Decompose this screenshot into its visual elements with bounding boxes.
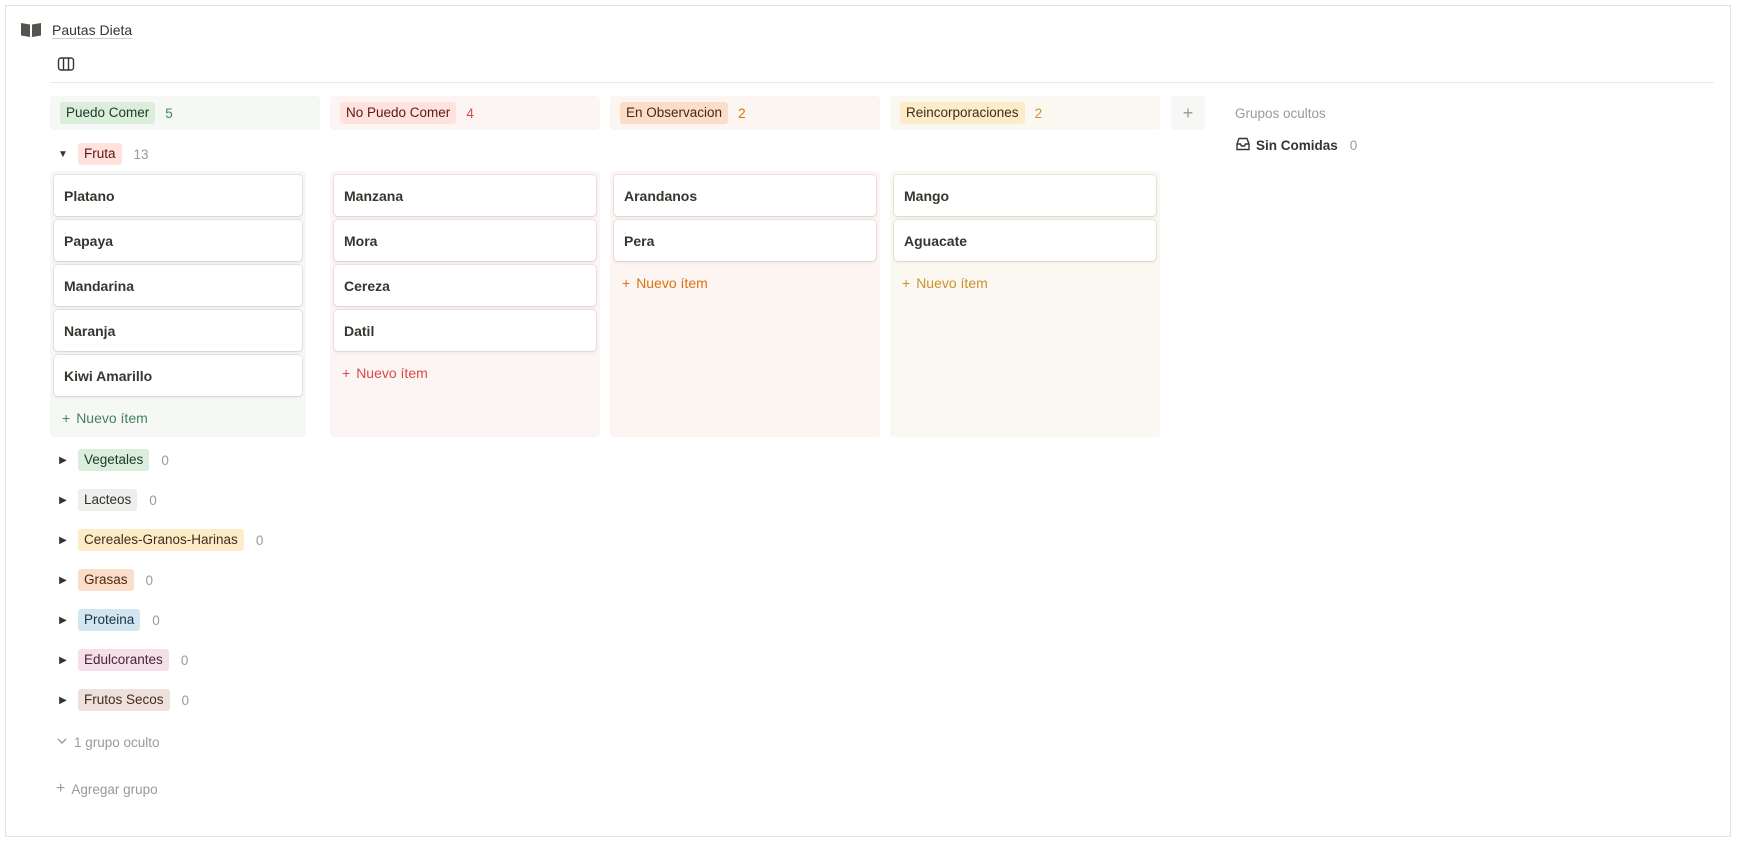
group-count: 13 bbox=[133, 146, 149, 162]
hidden-group-label: Sin Comidas bbox=[1256, 138, 1338, 153]
new-item-button[interactable]: + Nuevo ítem bbox=[54, 400, 302, 436]
group-row-fruta[interactable]: ▼ Fruta 13 bbox=[56, 143, 149, 165]
board-view-icon[interactable] bbox=[57, 56, 75, 72]
column-header-no-puedo-comer[interactable]: No Puedo Comer 4 bbox=[330, 96, 600, 130]
card[interactable]: Mandarina bbox=[54, 265, 302, 306]
inbox-icon bbox=[1236, 137, 1250, 154]
column-count: 2 bbox=[1034, 105, 1043, 121]
group-tag: Lacteos bbox=[78, 489, 138, 511]
hidden-group-sin-comidas[interactable]: Sin Comidas 0 bbox=[1236, 137, 1357, 154]
chevron-down-icon bbox=[56, 735, 68, 750]
group-row-cereales[interactable]: ▶ Cereales-Granos-Harinas 0 bbox=[56, 529, 263, 551]
column-tag: En Observacion bbox=[620, 102, 729, 124]
card[interactable]: Cereza bbox=[334, 265, 596, 306]
card[interactable]: Aguacate bbox=[894, 220, 1156, 261]
caret-right-icon[interactable]: ▶ bbox=[56, 573, 70, 587]
group-tag: Grasas bbox=[78, 569, 134, 591]
card[interactable]: Platano bbox=[54, 175, 302, 216]
group-count: 0 bbox=[145, 572, 154, 588]
card[interactable]: Kiwi Amarillo bbox=[54, 355, 302, 396]
card[interactable]: Mora bbox=[334, 220, 596, 261]
group-row-proteina[interactable]: ▶ Proteina 0 bbox=[56, 609, 160, 631]
board-header: Pautas Dieta bbox=[20, 22, 132, 38]
new-item-label: Nuevo ítem bbox=[916, 275, 988, 291]
group-row-grasas[interactable]: ▶ Grasas 0 bbox=[56, 569, 153, 591]
column-count: 5 bbox=[165, 105, 173, 121]
hidden-groups-toggle[interactable]: 1 grupo oculto bbox=[56, 735, 160, 750]
new-item-label: Nuevo ítem bbox=[356, 365, 428, 381]
group-row-edulcorantes[interactable]: ▶ Edulcorantes 0 bbox=[56, 649, 188, 671]
column-tag: No Puedo Comer bbox=[340, 102, 457, 124]
card[interactable]: Mango bbox=[894, 175, 1156, 216]
add-group-button[interactable]: + Agregar grupo bbox=[56, 780, 158, 798]
hidden-groups-title: Grupos ocultos bbox=[1235, 106, 1326, 121]
group-row-lacteos[interactable]: ▶ Lacteos 0 bbox=[56, 489, 157, 511]
column-count: 2 bbox=[738, 105, 746, 121]
caret-right-icon[interactable]: ▶ bbox=[56, 533, 70, 547]
plus-icon: + bbox=[902, 275, 911, 291]
plus-icon: + bbox=[62, 410, 71, 426]
caret-right-icon[interactable]: ▶ bbox=[56, 613, 70, 627]
group-count: 0 bbox=[255, 532, 264, 548]
plus-icon: + bbox=[622, 275, 631, 291]
page-title[interactable]: Pautas Dieta bbox=[52, 22, 132, 38]
lane-puedo-comer: Platano Papaya Mandarina Naranja Kiwi Am… bbox=[50, 171, 306, 437]
card[interactable]: Arandanos bbox=[614, 175, 876, 216]
group-count: 0 bbox=[161, 452, 169, 468]
book-icon bbox=[20, 22, 42, 38]
new-item-label: Nuevo ítem bbox=[636, 275, 708, 291]
column-count: 4 bbox=[466, 105, 474, 121]
group-row-frutos-secos[interactable]: ▶ Frutos Secos 0 bbox=[56, 689, 189, 711]
group-count: 0 bbox=[180, 652, 189, 668]
group-tag: Proteina bbox=[78, 609, 141, 631]
card[interactable]: Manzana bbox=[334, 175, 596, 216]
plus-icon: + bbox=[56, 780, 66, 797]
card[interactable]: Datil bbox=[334, 310, 596, 351]
card[interactable]: Papaya bbox=[54, 220, 302, 261]
group-row-vegetales[interactable]: ▶ Vegetales 0 bbox=[56, 449, 169, 471]
caret-down-icon[interactable]: ▼ bbox=[56, 147, 70, 161]
group-tag: Edulcorantes bbox=[78, 649, 169, 671]
column-header-en-observacion[interactable]: En Observacion 2 bbox=[610, 96, 880, 130]
add-column-button[interactable]: + bbox=[1171, 96, 1205, 130]
lane-en-observacion: Arandanos Pera + Nuevo ítem bbox=[610, 171, 880, 437]
group-tag: Cereales-Granos-Harinas bbox=[78, 529, 244, 551]
column-tag: Reincorporaciones bbox=[900, 102, 1025, 124]
card[interactable]: Pera bbox=[614, 220, 876, 261]
new-item-button[interactable]: + Nuevo ítem bbox=[614, 265, 876, 301]
group-count: 0 bbox=[181, 692, 190, 708]
column-header-reincorporaciones[interactable]: Reincorporaciones 2 bbox=[890, 96, 1160, 130]
plus-icon: + bbox=[342, 365, 351, 381]
group-tag: Fruta bbox=[78, 143, 122, 165]
new-item-label: Nuevo ítem bbox=[76, 410, 148, 426]
column-header-puedo-comer[interactable]: Puedo Comer 5 bbox=[50, 96, 320, 130]
hidden-group-count: 0 bbox=[1349, 138, 1358, 153]
lane-no-puedo-comer: Manzana Mora Cereza Datil + Nuevo ítem bbox=[330, 171, 600, 437]
new-item-button[interactable]: + Nuevo ítem bbox=[894, 265, 1156, 301]
group-tag: Vegetales bbox=[78, 449, 150, 471]
add-group-label: Agregar grupo bbox=[71, 781, 158, 797]
group-tag: Frutos Secos bbox=[78, 689, 170, 711]
card[interactable]: Naranja bbox=[54, 310, 302, 351]
caret-right-icon[interactable]: ▶ bbox=[56, 493, 70, 507]
group-count: 0 bbox=[149, 492, 157, 508]
caret-right-icon[interactable]: ▶ bbox=[56, 693, 70, 707]
header-divider bbox=[50, 82, 1714, 83]
column-tag: Puedo Comer bbox=[60, 102, 156, 124]
lane-reincorporaciones: Mango Aguacate + Nuevo ítem bbox=[890, 171, 1160, 437]
group-count: 0 bbox=[152, 612, 160, 628]
hidden-groups-toggle-label: 1 grupo oculto bbox=[74, 735, 160, 750]
new-item-button[interactable]: + Nuevo ítem bbox=[334, 355, 596, 391]
caret-right-icon[interactable]: ▶ bbox=[56, 653, 70, 667]
caret-right-icon[interactable]: ▶ bbox=[56, 453, 70, 467]
